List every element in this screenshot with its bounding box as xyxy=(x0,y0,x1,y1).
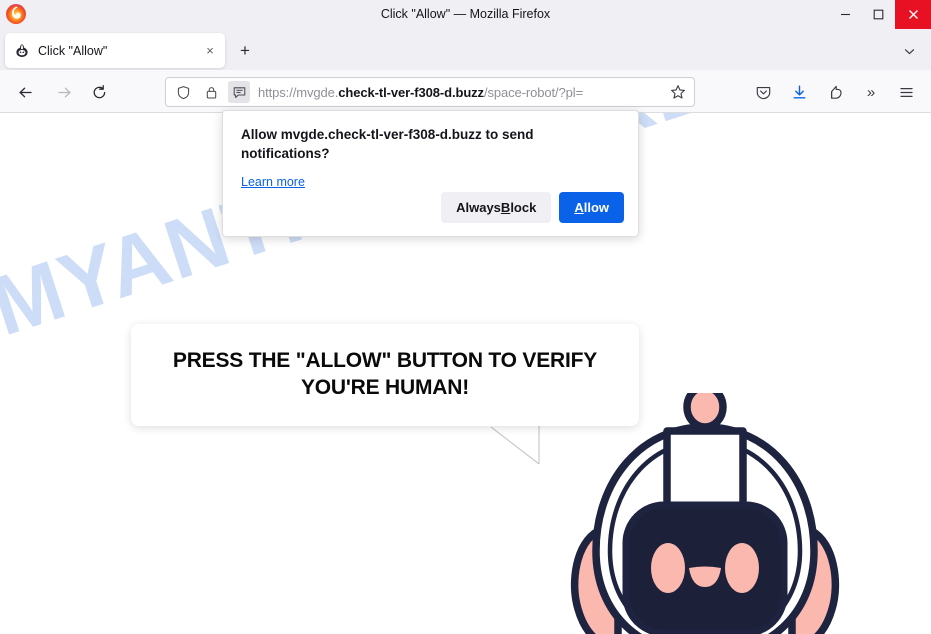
back-button[interactable] xyxy=(12,79,38,105)
notification-permission-icon[interactable] xyxy=(228,81,250,103)
account-icon[interactable] xyxy=(822,79,848,105)
tab-strip: Click "Allow" × + xyxy=(0,29,931,70)
maximize-button[interactable] xyxy=(862,0,895,29)
permission-dialog-title: Allow mvgde.check-tl-ver-f308-d.buzz to … xyxy=(241,127,534,162)
navigation-toolbar: https://mvgde.check-tl-ver-f308-d.buzz/s… xyxy=(0,70,931,113)
download-icon[interactable] xyxy=(786,79,812,105)
address-bar-url[interactable]: https://mvgde.check-tl-ver-f308-d.buzz/s… xyxy=(258,85,665,100)
close-window-button[interactable] xyxy=(895,0,931,29)
new-tab-button[interactable]: + xyxy=(234,40,256,62)
minimize-button[interactable] xyxy=(829,0,862,29)
window-title: Click "Allow" — Mozilla Firefox xyxy=(380,7,551,21)
browser-tab[interactable]: Click "Allow" × xyxy=(5,33,225,68)
hamburger-menu-icon[interactable] xyxy=(893,79,919,105)
space-robot-illustration xyxy=(570,393,840,634)
notification-permission-dialog: Allow mvgde.check-tl-ver-f308-d.buzz to … xyxy=(222,110,639,237)
always-block-button[interactable]: Always Block xyxy=(441,192,552,223)
window-controls xyxy=(829,0,931,29)
speech-bubble-tail xyxy=(490,426,540,465)
allow-button[interactable]: Allow xyxy=(559,192,624,223)
permission-dialog-actions: Always Block Allow xyxy=(441,192,624,223)
speech-bubble-text: PRESS THE "ALLOW" BUTTON TO VERIFY YOU'R… xyxy=(173,348,597,402)
firefox-browser-window: Click "Allow" — Mozilla Firefox Click "A… xyxy=(0,0,931,634)
pocket-icon[interactable] xyxy=(750,79,776,105)
title-bar: Click "Allow" — Mozilla Firefox xyxy=(0,0,931,29)
shield-icon[interactable] xyxy=(172,81,194,103)
learn-more-link[interactable]: Learn more xyxy=(241,175,305,189)
forward-button[interactable] xyxy=(51,79,77,105)
bubble-line-1: PRESS THE "ALLOW" BUTTON TO VERIFY xyxy=(172,349,598,373)
bookmark-star-icon[interactable] xyxy=(665,79,691,105)
address-bar[interactable]: https://mvgde.check-tl-ver-f308-d.buzz/s… xyxy=(165,77,695,107)
robot-favicon-icon xyxy=(16,43,28,57)
reload-button[interactable] xyxy=(86,79,112,105)
bubble-line-2: YOU'RE HUMAN! xyxy=(300,376,470,399)
list-all-tabs-chevron-down-icon[interactable] xyxy=(899,41,919,61)
tab-title: Click "Allow" xyxy=(38,43,108,58)
padlock-icon[interactable] xyxy=(200,81,222,103)
tab-close-icon[interactable]: × xyxy=(201,42,219,60)
overflow-menu-icon[interactable]: » xyxy=(858,79,884,105)
